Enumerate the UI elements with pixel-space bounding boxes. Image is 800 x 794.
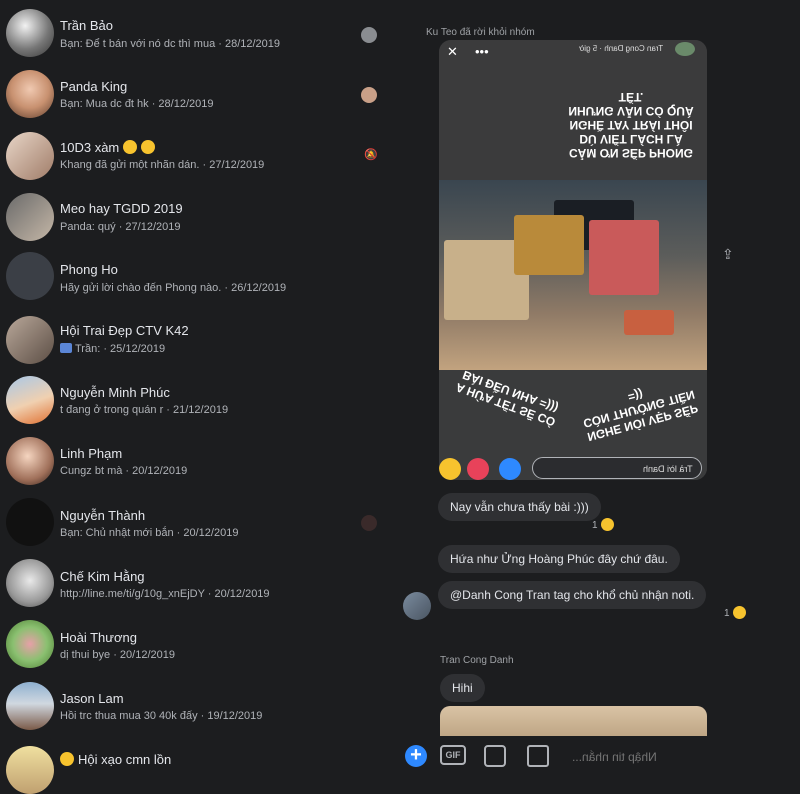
sender-name: Tran Cong Danh: [440, 655, 514, 666]
photo-message[interactable]: [440, 706, 707, 736]
avatar: [6, 746, 54, 794]
shared-story[interactable]: ✕ ••• Tran Cong Danh · 5 giờ CẢM ƠN SẾP …: [439, 40, 707, 480]
avatar: [6, 437, 54, 485]
conversation-item[interactable]: Nguyễn Minh Phúc t đang ở trong quán r ·…: [0, 368, 400, 429]
avatar: [6, 132, 54, 180]
conversation-preview: Bạn: Để t bán với nó dc thì mua · 28/12/…: [60, 38, 281, 50]
plus-button[interactable]: +: [405, 745, 427, 767]
conversation-item[interactable]: Linh Phạm Cungz bt mà · 20/12/2019: [0, 429, 400, 490]
conversation-name: 10D3 xàm: [60, 140, 156, 155]
message-reaction: 1: [724, 606, 746, 619]
photo-box: [624, 310, 674, 335]
story-bottom-right-text: NGHE NÓI VẸP SẾP CÒN THƯỞNG TIỀN =)): [581, 386, 700, 445]
conversation-preview: Trần: · 25/12/2019: [60, 343, 165, 355]
conversation-name: Linh Phạm: [60, 446, 123, 461]
thumbs-up-icon: [60, 343, 72, 353]
conversation-name: Hội Trai Đẹp CTV K42: [60, 323, 189, 338]
conversation-preview: Cungz bt mà · 20/12/2019: [60, 465, 188, 477]
image-button[interactable]: [527, 745, 549, 767]
conversation-preview: Hãy gửi lời chào đến Phong nào. · 26/12/…: [60, 282, 287, 294]
conversation-item[interactable]: 10D3 xàm Khang đã gửi một nhãn dán. · 27…: [0, 124, 400, 185]
sticker-button[interactable]: [484, 745, 506, 767]
conversation-name: Hoài Thương: [60, 630, 137, 645]
story-top-text: CẢM ƠN SẾP PHONG DÙ VIẾT LÁCH LÀ NGHỀ TA…: [568, 90, 694, 160]
sad-reaction-icon: [600, 518, 614, 531]
conversation-preview: t đang ở trong quán r · 21/12/2019: [60, 404, 229, 416]
story-bottom-left-text: A HỨA TẾT SẼ CÓ BÀI ĐỀU NHA =))): [453, 367, 561, 430]
conversation-name: Chế Kim Hằng: [60, 569, 145, 584]
emoji-icon: [60, 752, 74, 766]
conversation-preview: Khang đã gửi một nhãn dán. · 27/12/2019: [60, 159, 265, 171]
conversation-item[interactable]: Nguyễn Thành Bạn: Chủ nhật mới bắn · 20/…: [0, 490, 400, 551]
avatar: [6, 316, 54, 364]
conversation-name: Nguyễn Thành: [60, 508, 146, 523]
conversation-item[interactable]: Hội xạo cmn lồn: [0, 734, 400, 794]
system-note: Ku Teo đã rời khỏi nhóm: [426, 27, 535, 38]
conversation-item[interactable]: Phong Ho Hãy gửi lời chào đến Phong nào.…: [0, 246, 400, 307]
conversation-preview: Bạn: Mua dc đt hk · 28/12/2019: [60, 98, 214, 110]
seen-avatar-icon: [361, 27, 377, 43]
share-icon[interactable]: ⇪: [722, 246, 738, 262]
conversation-preview: Bạn: Chủ nhật mới bắn · 20/12/2019: [60, 527, 239, 539]
avatar-art: [6, 498, 54, 546]
avatar: [6, 682, 54, 730]
conversation-item[interactable]: Meo hay TGDD 2019 Panda: quý · 27/12/201…: [0, 185, 400, 246]
conversation-name: Trần Bảo: [60, 18, 113, 33]
conversation-item[interactable]: Hoài Thương dị thui bye · 20/12/2019: [0, 612, 400, 673]
photo-box: [514, 215, 584, 275]
like-reaction-icon[interactable]: [499, 458, 521, 480]
avatar: [6, 620, 54, 668]
conversation-item[interactable]: Hội Trai Đẹp CTV K42 Trần: · 25/12/2019: [0, 307, 400, 368]
avatar: [6, 193, 54, 241]
story-photo: [439, 180, 707, 370]
message-reaction: 1: [592, 518, 614, 531]
conversation-preview: dị thui bye · 20/12/2019: [60, 649, 175, 661]
message-bubble[interactable]: Hứa như Ửng Hoàng Phúc đây chứ đâu.: [438, 545, 680, 573]
seen-avatar-icon: [361, 87, 377, 103]
photo-box: [589, 220, 659, 295]
message-bubble[interactable]: Nay vẫn chưa thấy bài :))): [438, 493, 601, 521]
avatar: [403, 592, 431, 620]
conversation-list: Trần Bảo Bạn: Để t bán với nó dc thì mua…: [0, 0, 400, 794]
conversation-name: Phong Ho: [60, 262, 118, 277]
conversation-name: Hội xạo cmn lồn: [60, 752, 171, 767]
avatar: [6, 9, 54, 57]
more-icon[interactable]: •••: [475, 44, 489, 59]
conversation-name: Panda King: [60, 79, 128, 94]
conversation-item[interactable]: Chế Kim Hằng http://line.me/ti/g/10g_xnE…: [0, 551, 400, 612]
haha-reaction-icon[interactable]: [439, 458, 461, 480]
conversation-preview: Panda: quý · 27/12/2019: [60, 221, 181, 233]
emoji-icon: [141, 140, 156, 154]
story-header: Tran Cong Danh · 5 giờ: [579, 44, 664, 53]
avatar: [6, 559, 54, 607]
conversation-item[interactable]: Jason Lam Hồi trc thua mua 30 40k đấy · …: [0, 673, 400, 734]
conversation-preview: Hồi trc thua mua 30 40k đấy · 19/12/2019: [60, 710, 263, 722]
avatar: [6, 498, 54, 546]
close-icon[interactable]: ✕: [447, 44, 458, 60]
message-bubble[interactable]: @Danh Cong Tran tag cho khổ chủ nhận not…: [438, 581, 707, 609]
message-input[interactable]: [570, 745, 754, 769]
emoji-icon: [123, 140, 138, 154]
seen-avatar-icon: [361, 515, 377, 531]
conversation-item[interactable]: Panda King Bạn: Mua dc đt hk · 28/12/201…: [0, 63, 400, 124]
gif-button[interactable]: GIF: [440, 745, 466, 765]
conversation-name: Nguyễn Minh Phúc: [60, 385, 170, 400]
story-reply-input[interactable]: Trả lời Danh: [532, 457, 702, 479]
reply-placeholder: Trả lời Danh: [643, 464, 693, 474]
avatar: [6, 376, 54, 424]
muted-bell-icon: 🔕: [364, 149, 378, 161]
avatar: [6, 70, 54, 118]
conversation-name: Meo hay TGDD 2019: [60, 201, 183, 216]
message-bubble[interactable]: Hihi: [440, 674, 485, 702]
story-author-avatar: [675, 42, 695, 56]
conversation-item[interactable]: Trần Bảo Bạn: Để t bán với nó dc thì mua…: [0, 2, 400, 63]
conversation-preview: http://line.me/ti/g/10g_xnEjDY · 20/12/2…: [60, 588, 270, 600]
story-top-panel: ✕ ••• Tran Cong Danh · 5 giờ CẢM ƠN SẾP …: [439, 40, 707, 180]
avatar: [6, 252, 54, 300]
love-reaction-icon[interactable]: [467, 458, 489, 480]
conversation-name: Jason Lam: [60, 691, 124, 706]
sad-reaction-icon: [732, 606, 746, 619]
